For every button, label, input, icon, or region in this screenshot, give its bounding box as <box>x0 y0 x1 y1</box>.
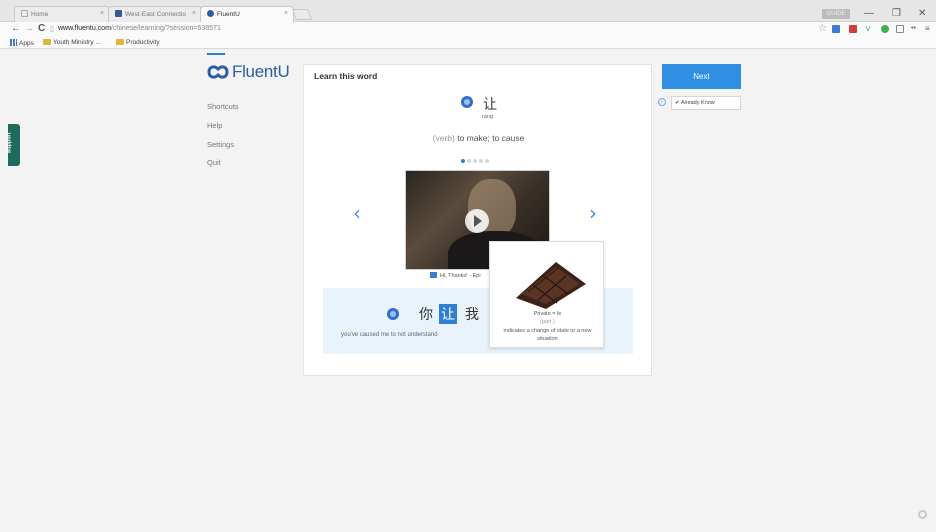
already-know-label: Already Know <box>680 100 715 106</box>
address-bar-row: ← → C ▯ www.fluentu.com/chinese/learning… <box>0 22 936 37</box>
tab-title: Home <box>31 11 49 18</box>
vocab-word: 让 <box>483 96 497 112</box>
logo-accent-bar <box>207 53 225 55</box>
fluentu-icon <box>207 10 214 17</box>
bookmark-label: Youth Ministry ... <box>53 39 101 46</box>
menu-shortcuts[interactable]: Shortcuts <box>207 102 239 111</box>
loading-indicator-icon <box>918 510 927 519</box>
folder-icon <box>116 39 124 45</box>
pagination-dot[interactable] <box>461 159 465 163</box>
sentence-translation: you've caused me to not understand <box>341 332 438 338</box>
tab-title: FluentU <box>217 11 240 18</box>
folder-icon <box>43 39 51 45</box>
bookmark-productivity[interactable]: Productivity <box>116 39 160 46</box>
pagination-dot[interactable] <box>473 159 477 163</box>
tooltip-description: indicates a change of state or a new sit… <box>503 328 592 342</box>
close-icon[interactable]: × <box>100 10 104 17</box>
menu-quit[interactable]: Quit <box>207 158 221 167</box>
more-icon[interactable]: •• <box>911 23 916 35</box>
reload-icon[interactable]: C <box>38 23 45 35</box>
facebook-icon <box>115 10 122 17</box>
check-icon: ✔ <box>675 100 680 106</box>
menu-icon[interactable]: ≡ <box>925 23 930 35</box>
logo-text: FluentU <box>232 62 290 81</box>
tab-title: West-East Connectio <box>125 11 186 18</box>
support-tab[interactable]: Support <box>6 124 20 166</box>
star-icon[interactable]: ☆ <box>818 23 827 35</box>
browser-tab-fluentu[interactable]: FluentU × <box>200 6 294 22</box>
video-icon <box>430 272 437 278</box>
chocolate-image <box>516 262 586 309</box>
bookmark-label: Productivity <box>126 39 160 46</box>
close-icon[interactable]: × <box>284 10 288 17</box>
vocab-pinyin: ràng <box>482 114 494 120</box>
speaker-icon[interactable] <box>461 96 473 108</box>
page-icon <box>21 10 28 17</box>
pagination-dot[interactable] <box>479 159 483 163</box>
bookmark-youth-ministry[interactable]: Youth Ministry ... <box>43 39 101 46</box>
vocab-definition: (verb) to make; to cause <box>304 133 653 143</box>
chevron-left-icon[interactable]: ‹ <box>353 203 361 223</box>
card-title: Learn this word <box>314 71 378 81</box>
url-host: www.fluentu.com <box>58 25 111 32</box>
video-caption-text: Hi, Thanks! - Epi <box>440 273 481 279</box>
extension-icon[interactable] <box>849 25 857 33</box>
fluentu-logo-icon <box>207 64 229 85</box>
play-icon[interactable] <box>465 209 489 233</box>
browser-tab-home[interactable]: Home × <box>14 6 110 22</box>
window-close-icon[interactable]: ✕ <box>918 8 926 20</box>
word-tooltip: Private = le (part.) indicates a change … <box>489 241 604 348</box>
close-icon[interactable]: × <box>192 10 196 17</box>
menu-help[interactable]: Help <box>207 121 222 130</box>
apps-icon <box>10 39 17 46</box>
definition-text: to make; to cause <box>457 133 525 143</box>
bookmarks-bar: Apps Youth Ministry ... Productivity <box>0 37 936 49</box>
extension-icon[interactable] <box>881 25 889 33</box>
next-button[interactable]: Next <box>662 64 741 89</box>
page-info-icon[interactable]: ▯ <box>50 24 54 36</box>
info-icon[interactable]: i <box>658 98 666 106</box>
restore-icon[interactable]: ❐ <box>892 8 901 20</box>
new-tab-button[interactable] <box>291 9 313 20</box>
video-caption[interactable]: Hi, Thanks! - Epi <box>430 272 481 279</box>
browser-tab-bar: Home × West-East Connectio × FluentU × G… <box>0 0 936 22</box>
vimeo-icon[interactable]: v <box>866 23 870 35</box>
tooltip-term: Private = le <box>533 311 562 317</box>
browser-tab-west-east[interactable]: West-East Connectio × <box>108 6 202 22</box>
sentence-char-highlighted[interactable]: 让 <box>439 304 457 324</box>
url-input[interactable]: www.fluentu.com/chinese/learning/?sessio… <box>58 23 814 35</box>
already-know-button[interactable]: ✔ Already Know <box>671 96 741 110</box>
bookmark-apps[interactable]: Apps <box>10 39 34 47</box>
fluentu-logo[interactable]: FluentU <box>207 62 290 85</box>
back-icon[interactable]: ← <box>11 23 21 35</box>
pagination-dot[interactable] <box>485 159 489 163</box>
tooltip-pinyin: (part.) <box>540 319 555 325</box>
pagination-dots <box>461 150 491 168</box>
sentence-char[interactable]: 我 <box>465 304 479 324</box>
chevron-right-icon[interactable]: › <box>589 203 597 223</box>
part-of-speech: (verb) <box>432 133 455 143</box>
bookmark-label: Apps <box>19 40 34 47</box>
extension-icon[interactable] <box>832 25 840 33</box>
forward-icon[interactable]: → <box>24 23 34 35</box>
url-path: /chinese/learning/?session=538571 <box>110 25 221 32</box>
speaker-icon[interactable] <box>387 308 399 320</box>
profile-button[interactable]: GUIDE <box>822 9 850 19</box>
minimize-icon[interactable]: — <box>864 8 874 20</box>
support-label: Support <box>6 132 13 154</box>
menu-settings[interactable]: Settings <box>207 140 234 149</box>
sentence-char[interactable]: 你 <box>419 304 433 324</box>
cast-icon[interactable] <box>896 25 904 33</box>
pagination-dot[interactable] <box>467 159 471 163</box>
